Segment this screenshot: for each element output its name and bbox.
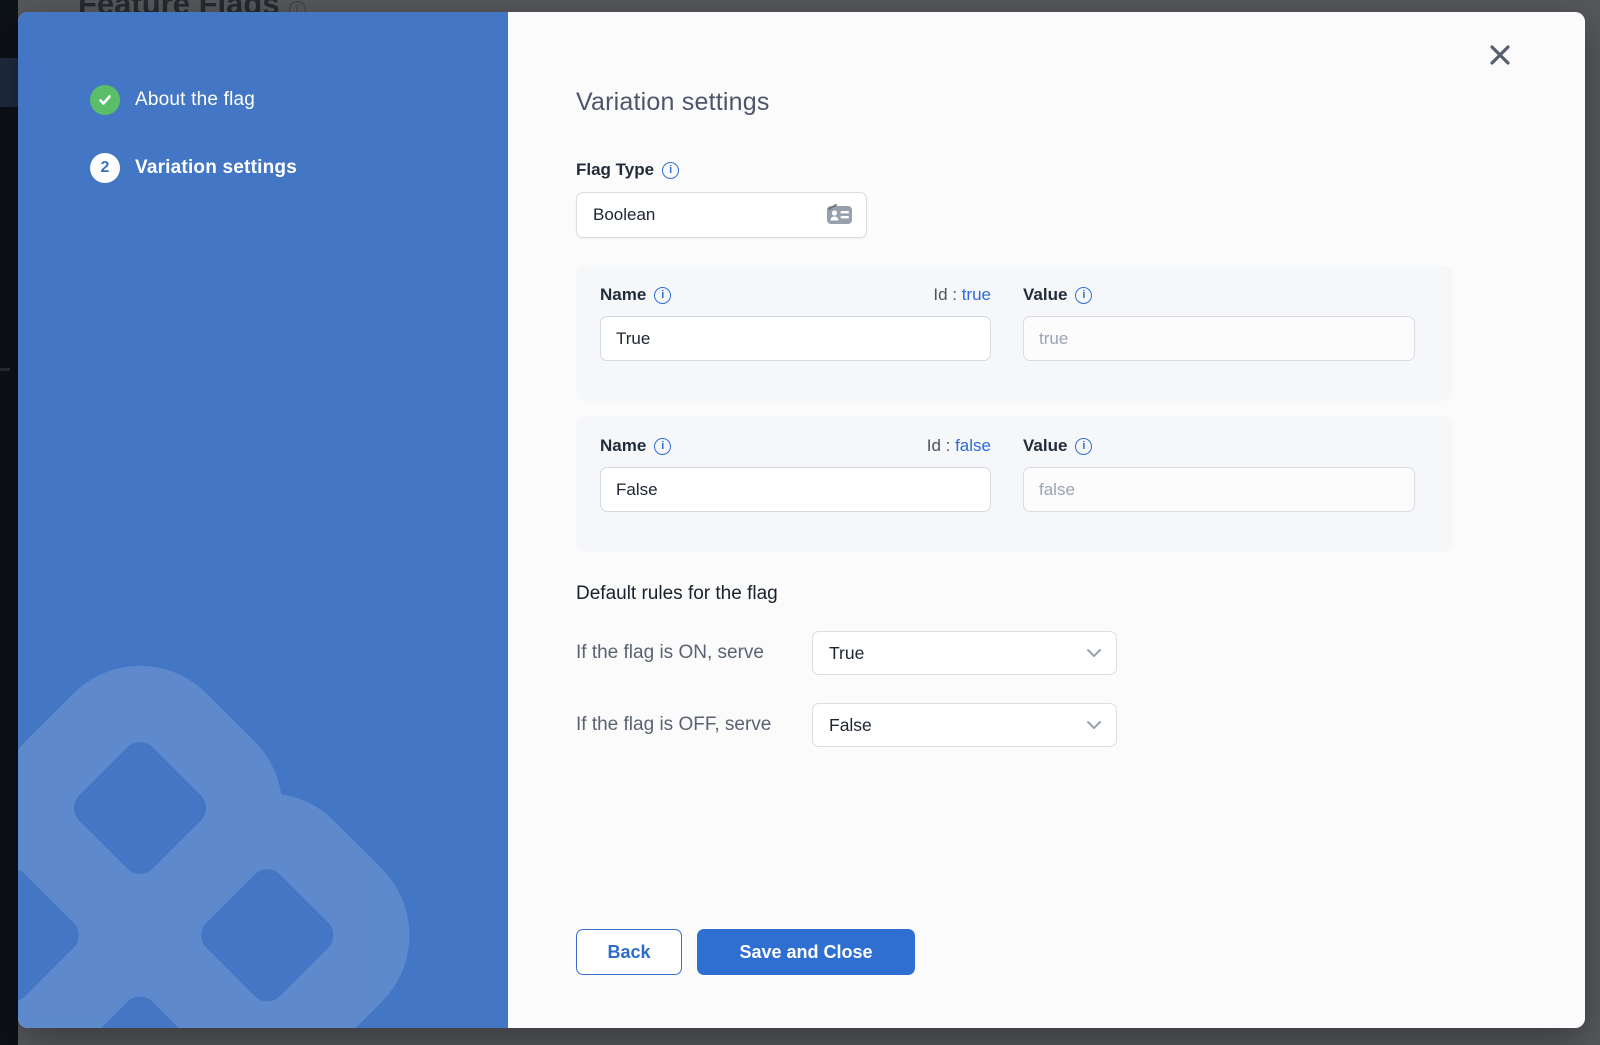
chevron-down-icon	[1086, 648, 1102, 658]
nav-selected-tile	[0, 58, 18, 107]
variation-value-input[interactable]	[1023, 467, 1415, 512]
chevron-down-icon	[1086, 720, 1102, 730]
variation-id: Id : false	[927, 436, 991, 456]
step-label: About the flag	[135, 89, 255, 111]
flag-type-label: Flag Type i	[576, 160, 1585, 180]
step-label: Variation settings	[135, 157, 297, 179]
wizard-step-about-the-flag[interactable]: About the flag	[90, 85, 508, 115]
value-label: Value i	[1023, 285, 1415, 305]
flag-type-selected-value: Boolean	[593, 205, 655, 225]
variation-id: Id : true	[933, 285, 991, 305]
info-icon[interactable]: i	[654, 287, 671, 304]
variation-card-false: Name i Id : false Value i	[576, 416, 1452, 552]
variation-card-true: Name i Id : true Value i	[576, 265, 1452, 401]
info-icon[interactable]: i	[1075, 438, 1092, 455]
close-icon[interactable]	[1485, 40, 1515, 70]
name-label: Name i	[600, 436, 671, 456]
variation-name-input[interactable]	[600, 316, 991, 361]
flag-off-label: If the flag is OFF, serve	[576, 714, 812, 736]
check-icon	[90, 85, 120, 115]
variation-id-value: false	[955, 436, 991, 455]
nav-divider	[0, 368, 10, 371]
variation-name-input[interactable]	[600, 467, 991, 512]
page-title: Variation settings	[576, 88, 1585, 117]
value-label: Value i	[1023, 436, 1415, 456]
flag-on-label: If the flag is ON, serve	[576, 642, 812, 664]
flag-off-serve-dropdown[interactable]: False	[812, 703, 1117, 747]
flag-on-selected-value: True	[829, 643, 864, 664]
info-icon[interactable]: i	[1075, 287, 1092, 304]
card-select-icon	[826, 203, 853, 227]
variation-id-value: true	[962, 285, 991, 304]
info-icon[interactable]: i	[654, 438, 671, 455]
app-left-nav-rail	[0, 0, 18, 1045]
flag-on-serve-dropdown[interactable]: True	[812, 631, 1117, 675]
default-rules-title: Default rules for the flag	[576, 583, 1585, 605]
back-button[interactable]: Back	[576, 929, 682, 975]
flag-off-selected-value: False	[829, 715, 872, 736]
flag-type-select[interactable]: Boolean	[576, 192, 867, 238]
wizard-steps-panel: About the flag 2 Variation settings	[18, 12, 508, 1028]
name-label: Name i	[600, 285, 671, 305]
info-icon[interactable]: i	[662, 162, 679, 179]
step-number-badge: 2	[90, 153, 120, 183]
variation-settings-panel: Variation settings Flag Type i Boolean	[508, 12, 1585, 1028]
variation-value-input[interactable]	[1023, 316, 1415, 361]
wizard-step-variation-settings[interactable]: 2 Variation settings	[90, 153, 508, 183]
flag-wizard-modal: About the flag 2 Variation settings Vari…	[18, 12, 1585, 1028]
save-and-close-button[interactable]: Save and Close	[697, 929, 915, 975]
